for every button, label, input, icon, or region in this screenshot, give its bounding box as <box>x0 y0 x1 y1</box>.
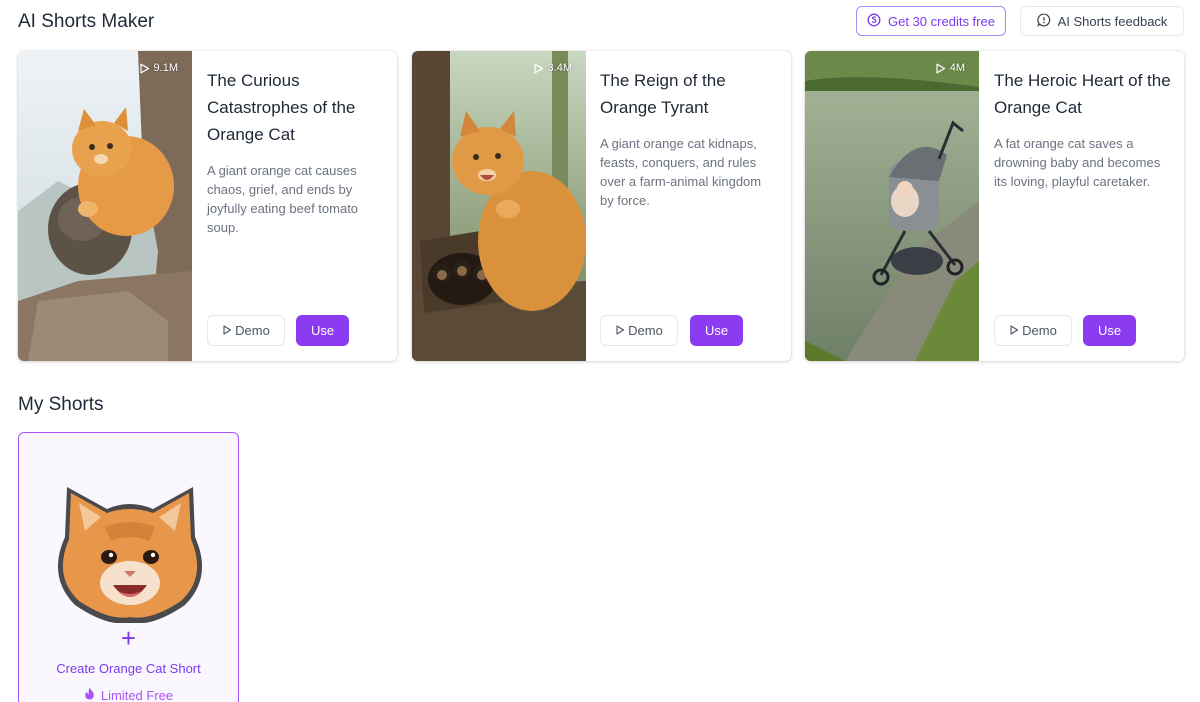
coin-icon <box>867 13 881 30</box>
demo-button[interactable]: Demo <box>994 315 1072 346</box>
get-credits-button[interactable]: Get 30 credits free <box>856 6 1006 36</box>
view-count-label: 4M <box>949 62 965 74</box>
demo-button[interactable]: Demo <box>207 315 285 346</box>
template-description: A giant orange cat kidnaps, feasts, conq… <box>600 136 762 208</box>
play-icon <box>139 63 150 74</box>
demo-label: Demo <box>1022 323 1057 338</box>
template-title: The Heroic Heart of the Orange Cat <box>994 71 1171 117</box>
demo-label: Demo <box>235 323 270 338</box>
use-button[interactable]: Use <box>296 315 349 346</box>
template-thumbnail[interactable]: 9.1M <box>18 51 192 361</box>
limited-free-label: Limited Free <box>100 687 174 702</box>
play-icon <box>615 323 625 338</box>
view-count: 3.4M <box>533 62 572 74</box>
page-title: AI Shorts Maker <box>18 11 155 32</box>
template-description: A fat orange cat saves a drowning baby a… <box>994 136 1161 189</box>
template-thumbnail[interactable]: 4M <box>805 51 979 361</box>
plus-icon: + <box>120 623 137 653</box>
chat-bubble-icon <box>1036 13 1051 30</box>
play-icon <box>222 323 232 338</box>
play-icon <box>533 63 544 74</box>
template-title: The Reign of the Orange Tyrant <box>600 71 726 117</box>
template-card[interactable]: 9.1M The Curious Catastrophes of the Ora… <box>18 51 397 361</box>
use-button[interactable]: Use <box>1083 315 1136 346</box>
play-icon <box>1009 323 1019 338</box>
view-count-label: 3.4M <box>547 62 572 74</box>
create-short-card[interactable]: + Create Orange Cat Short Limited Free <box>18 432 239 702</box>
view-count-label: 9.1M <box>153 62 178 74</box>
my-shorts-title: My Shorts <box>18 394 104 415</box>
template-card[interactable]: 4M The Heroic Heart of the Orange Cat A … <box>805 51 1184 361</box>
view-count: 9.1M <box>139 62 178 74</box>
template-card[interactable]: 3.4M The Reign of the Orange Tyrant A gi… <box>412 51 791 361</box>
fire-icon <box>84 687 95 702</box>
feedback-button[interactable]: AI Shorts feedback <box>1020 6 1184 36</box>
feedback-label: AI Shorts feedback <box>1057 13 1168 29</box>
get-credits-label: Get 30 credits free <box>888 13 995 29</box>
limited-free-badge: Limited Free <box>19 687 238 702</box>
demo-label: Demo <box>628 323 663 338</box>
demo-button[interactable]: Demo <box>600 315 678 346</box>
template-description: A giant orange cat causes chaos, grief, … <box>207 163 359 235</box>
create-short-label: Create Orange Cat Short <box>56 661 201 676</box>
template-title: The Curious Catastrophes of the Orange C… <box>207 71 356 144</box>
header: AI Shorts Maker Get 30 credits free AI S… <box>18 6 1184 38</box>
template-thumbnail[interactable]: 3.4M <box>412 51 586 361</box>
use-button[interactable]: Use <box>690 315 743 346</box>
view-count: 4M <box>935 62 965 74</box>
orange-cat-sticker <box>45 467 215 628</box>
play-icon <box>935 63 946 74</box>
